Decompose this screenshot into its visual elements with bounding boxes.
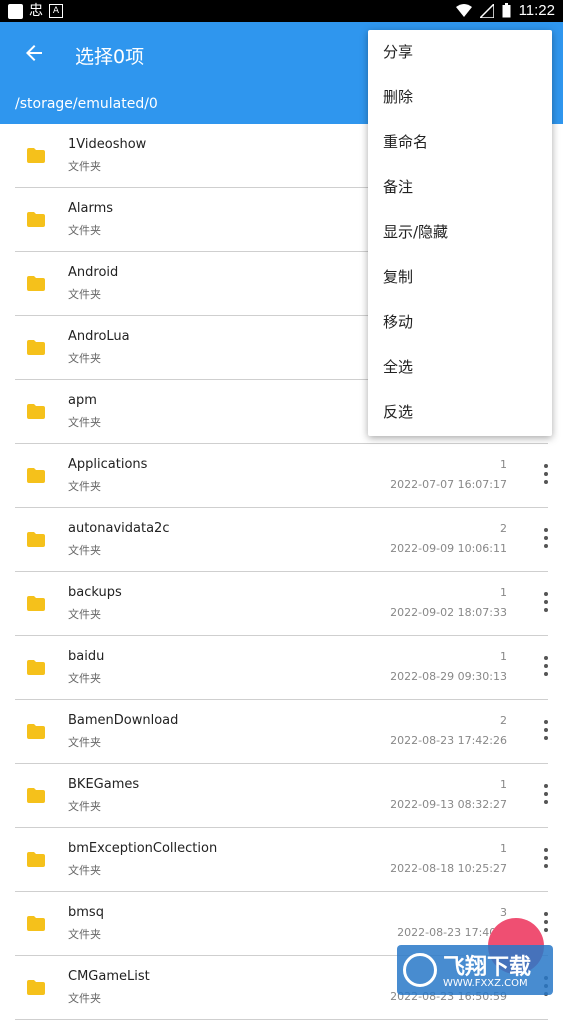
- folder-icon: [27, 276, 45, 291]
- file-name: Android: [68, 265, 119, 280]
- watermark-url: WWW.FXXZ.COM: [443, 978, 528, 989]
- file-type: 文件夹: [68, 608, 101, 621]
- folder-icon: [27, 468, 45, 483]
- status-time: 11:22: [518, 2, 555, 19]
- menu-item[interactable]: 备注: [368, 165, 552, 210]
- folder-icon: [27, 660, 45, 675]
- file-row[interactable]: Applications 文件夹 1 2022-07-07 16:07:17: [0, 444, 563, 508]
- file-row[interactable]: bmExceptionCollection 文件夹 1 2022-08-18 1…: [0, 828, 563, 892]
- modified-date: 2022-09-13 08:32:27: [390, 798, 507, 811]
- file-type: 文件夹: [68, 992, 101, 1005]
- menu-item[interactable]: 全选: [368, 345, 552, 390]
- more-vert-icon[interactable]: [543, 592, 549, 614]
- file-type: 文件夹: [68, 864, 101, 877]
- menu-item[interactable]: 复制: [368, 255, 552, 300]
- file-name: Alarms: [68, 201, 114, 216]
- item-count: 1: [500, 458, 507, 471]
- file-row[interactable]: BamenDownload 文件夹 2 2022-08-23 17:42:26: [0, 700, 563, 764]
- item-count: 1: [500, 842, 507, 855]
- more-vert-icon[interactable]: [543, 656, 549, 678]
- wifi-icon: [455, 3, 472, 17]
- file-row[interactable]: BKEGames 文件夹 1 2022-09-13 08:32:27: [0, 764, 563, 828]
- menu-item[interactable]: 删除: [368, 75, 552, 120]
- file-name: AndroLua: [68, 329, 130, 344]
- file-row[interactable]: autonavidata2c 文件夹 2 2022-09-09 10:06:11: [0, 508, 563, 572]
- file-name: BKEGames: [68, 777, 140, 792]
- file-type: 文件夹: [68, 928, 101, 941]
- item-count: 2: [500, 714, 507, 727]
- file-type: 文件夹: [68, 352, 101, 365]
- notification-square-icon: [8, 3, 23, 19]
- modified-date: 2022-08-29 09:30:13: [390, 670, 507, 683]
- folder-icon: [27, 724, 45, 739]
- menu-item[interactable]: 重命名: [368, 120, 552, 165]
- context-menu: 分享 删除 重命名 备注 显示/隐藏 复制 移动 全选 反选: [368, 30, 552, 436]
- back-arrow-icon[interactable]: [22, 41, 46, 65]
- watermark-title: 飞翔下载: [443, 955, 532, 980]
- menu-item[interactable]: 移动: [368, 300, 552, 345]
- more-vert-icon[interactable]: [543, 784, 549, 806]
- more-vert-icon[interactable]: [543, 528, 549, 550]
- file-type: 文件夹: [68, 416, 101, 429]
- folder-icon: [27, 340, 45, 355]
- breadcrumb-path[interactable]: /storage/emulated/0: [15, 96, 158, 112]
- file-name: 1Videoshow: [68, 137, 147, 152]
- page-title: 选择0项: [75, 46, 145, 68]
- folder-icon: [27, 148, 45, 163]
- item-count: 1: [500, 650, 507, 663]
- file-type: 文件夹: [68, 736, 101, 749]
- file-type: 文件夹: [68, 672, 101, 685]
- more-vert-icon[interactable]: [543, 464, 549, 486]
- item-count: 1: [500, 778, 507, 791]
- modified-date: 2022-07-07 16:07:17: [390, 478, 507, 491]
- folder-icon: [27, 980, 45, 995]
- battery-icon: [502, 3, 511, 18]
- watermark-emblem-icon: [403, 953, 437, 987]
- file-name: CMGameList: [68, 969, 150, 984]
- file-type: 文件夹: [68, 160, 101, 173]
- file-name: backups: [68, 585, 122, 600]
- more-vert-icon[interactable]: [543, 848, 549, 870]
- file-name: BamenDownload: [68, 713, 179, 728]
- file-name: autonavidata2c: [68, 521, 170, 536]
- menu-item[interactable]: 显示/隐藏: [368, 210, 552, 255]
- file-type: 文件夹: [68, 800, 101, 813]
- signal-icon: [479, 3, 494, 18]
- modified-date: 2022-08-23 17:42:26: [390, 734, 507, 747]
- more-vert-icon[interactable]: [543, 720, 549, 742]
- file-row[interactable]: backups 文件夹 1 2022-09-02 18:07:33: [0, 572, 563, 636]
- file-name: Applications: [68, 457, 148, 472]
- folder-icon: [27, 596, 45, 611]
- file-type: 文件夹: [68, 288, 101, 301]
- folder-icon: [27, 212, 45, 227]
- file-name: bmExceptionCollection: [68, 841, 218, 856]
- modified-date: 2022-09-09 10:06:11: [390, 542, 507, 555]
- item-count: 3: [500, 906, 507, 919]
- status-bar: 忠 A 11:22: [0, 0, 563, 22]
- folder-icon: [27, 916, 45, 931]
- notification-a-icon: A: [49, 4, 63, 18]
- file-name: apm: [68, 393, 97, 408]
- folder-icon: [27, 532, 45, 547]
- file-type: 文件夹: [68, 480, 101, 493]
- more-vert-icon[interactable]: [543, 912, 549, 934]
- file-name: baidu: [68, 649, 105, 664]
- modified-date: 2022-08-18 10:25:27: [390, 862, 507, 875]
- item-count: 1: [500, 586, 507, 599]
- file-type: 文件夹: [68, 224, 101, 237]
- file-type: 文件夹: [68, 544, 101, 557]
- watermark-logo: 飞翔下载 WWW.FXXZ.COM: [397, 945, 553, 995]
- folder-icon: [27, 404, 45, 419]
- menu-item[interactable]: 反选: [368, 390, 552, 435]
- folder-icon: [27, 852, 45, 867]
- file-name: bmsq: [68, 905, 104, 920]
- modified-date: 2022-09-02 18:07:33: [390, 606, 507, 619]
- menu-item[interactable]: 分享: [368, 30, 552, 75]
- item-count: 2: [500, 522, 507, 535]
- notification-glyph-icon: 忠: [29, 3, 43, 19]
- folder-icon: [27, 788, 45, 803]
- file-row[interactable]: baidu 文件夹 1 2022-08-29 09:30:13: [0, 636, 563, 700]
